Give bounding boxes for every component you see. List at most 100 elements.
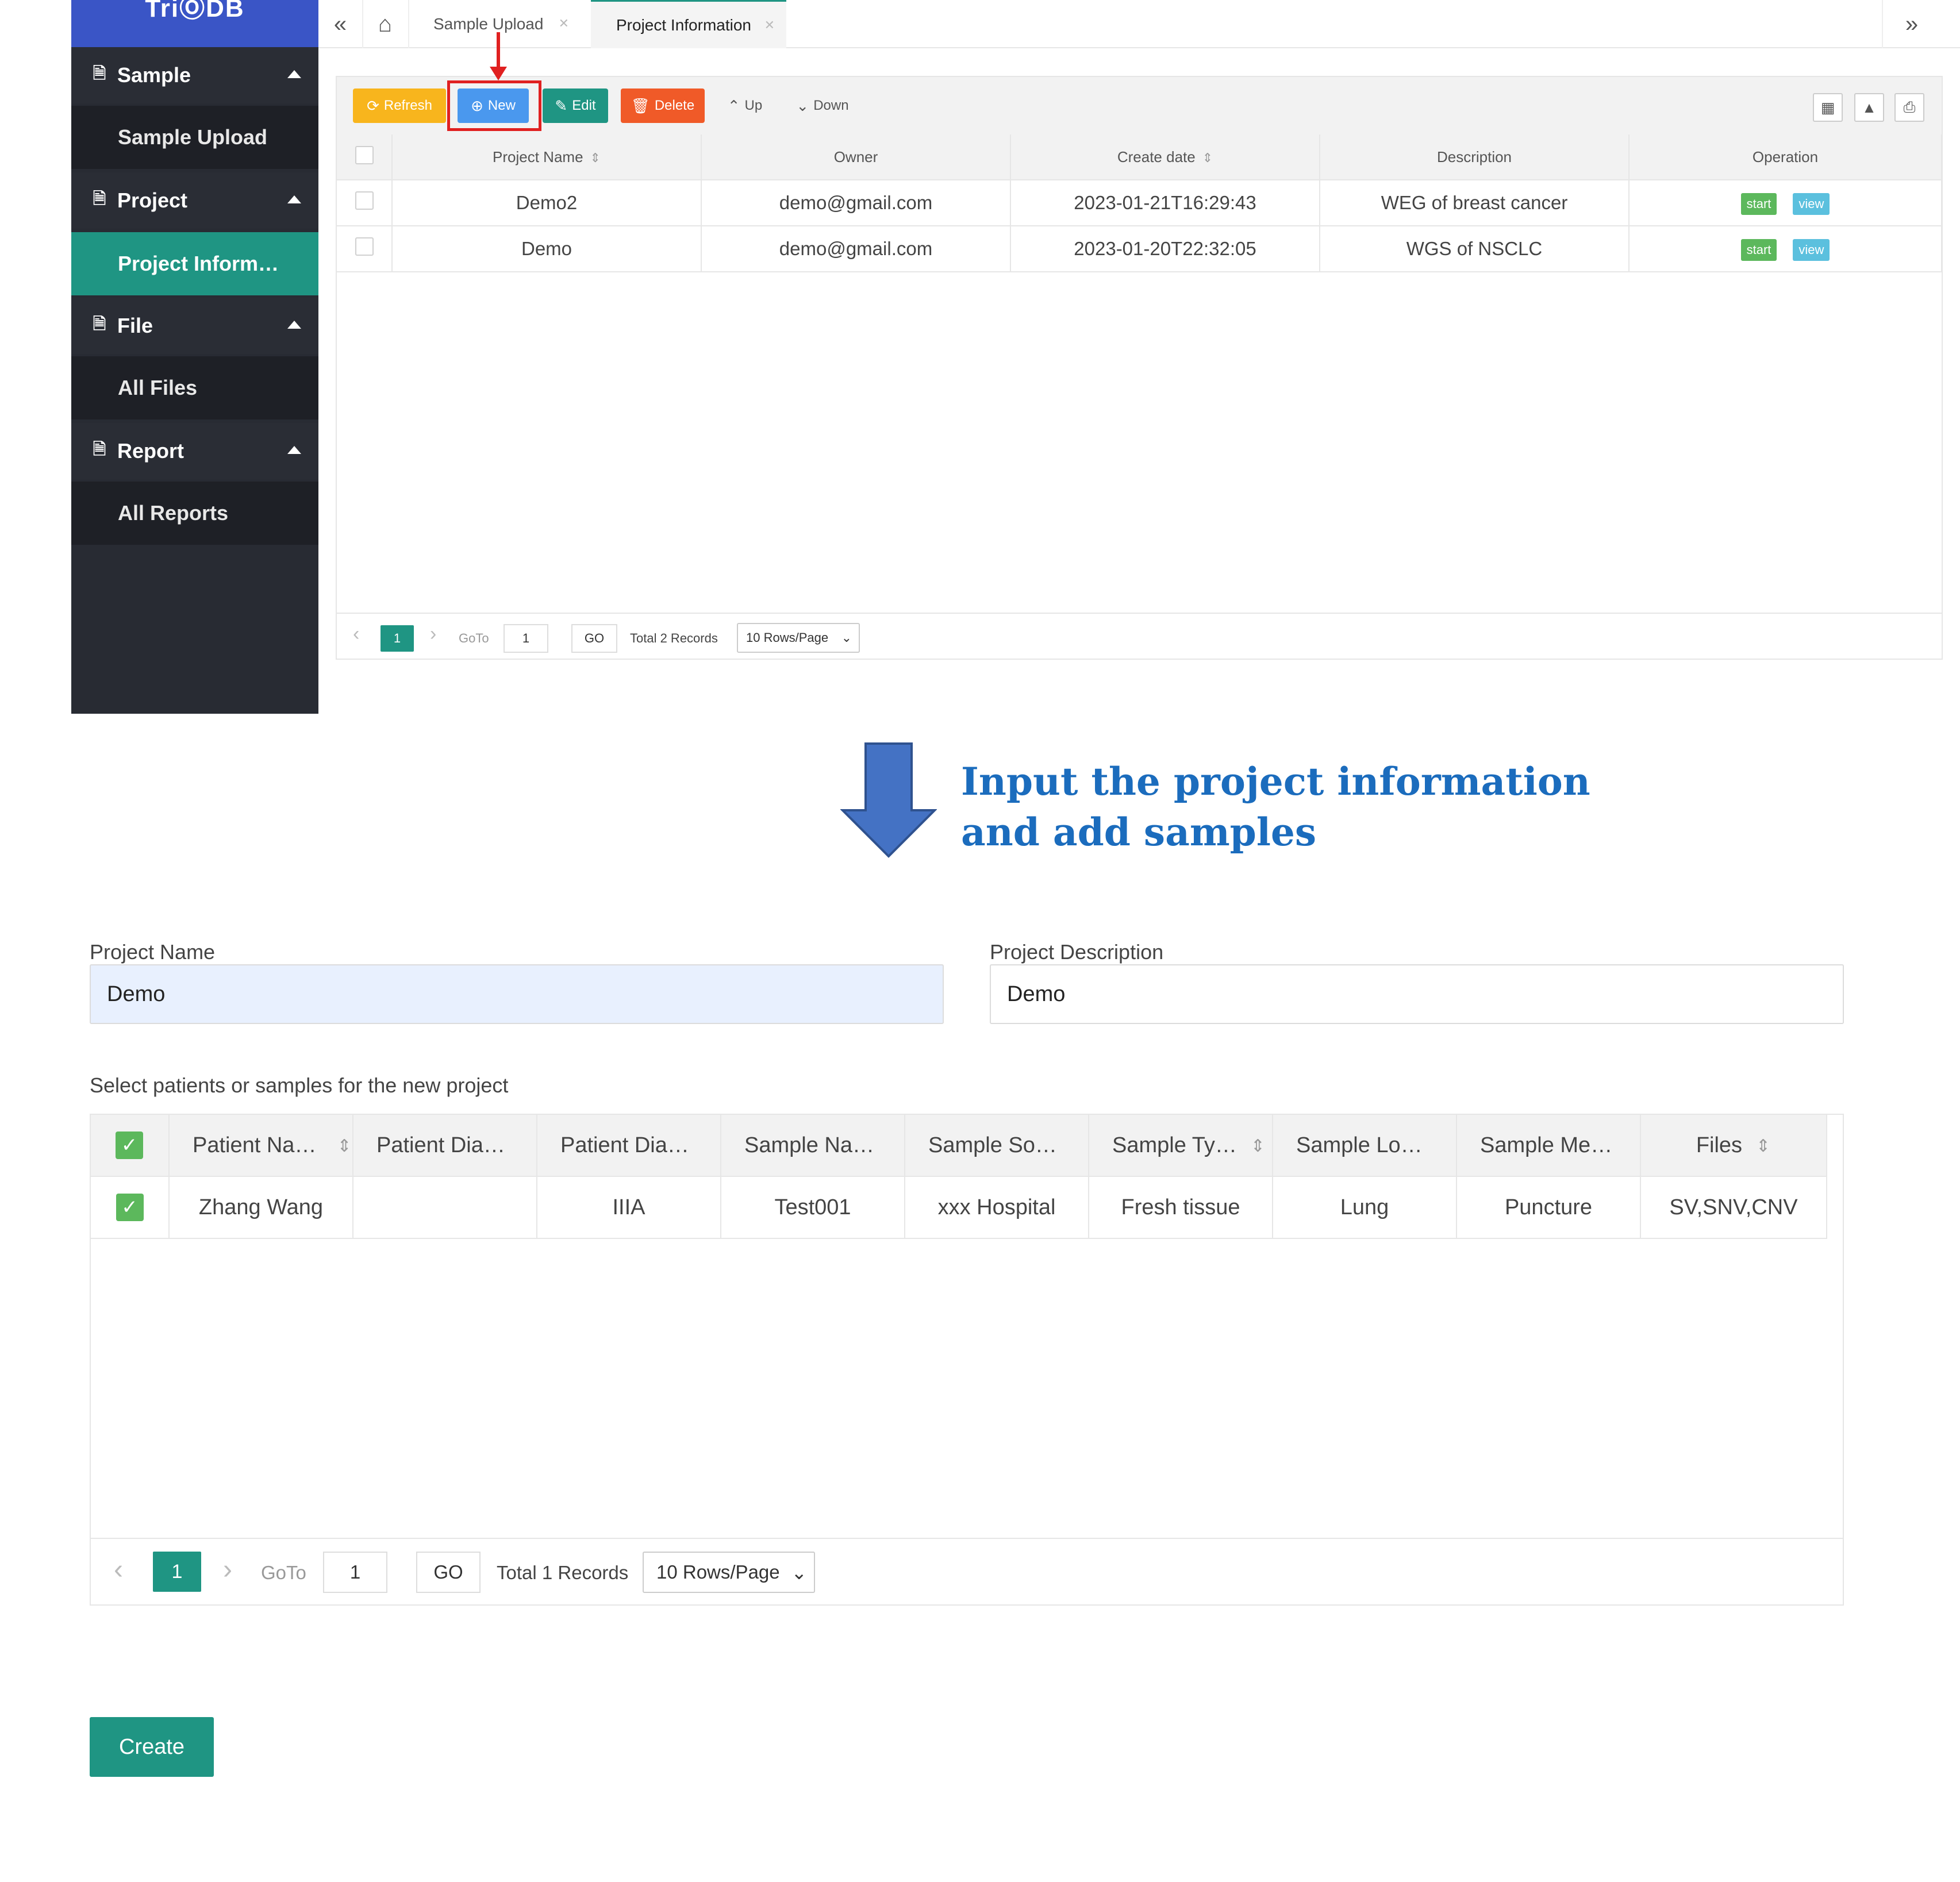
- move-down-button[interactable]: ⌄ Down: [785, 88, 860, 123]
- close-icon[interactable]: ✕: [559, 16, 569, 31]
- column-header-sample-source: Sample So…: [905, 1115, 1089, 1177]
- total-records: Total 1 Records: [497, 1562, 629, 1583]
- delete-label: Delete: [654, 98, 695, 113]
- sidebar-item-label: All Reports: [118, 501, 229, 525]
- document-icon: 🗎: [93, 190, 106, 207]
- column-header-owner: Owner: [701, 134, 1011, 180]
- sidebar-group-file[interactable]: 🗎 File: [71, 298, 318, 354]
- refresh-label: Refresh: [383, 98, 432, 113]
- next-page-icon[interactable]: ›: [430, 623, 436, 645]
- column-header-label: Create date: [1117, 148, 1196, 166]
- sort-icon[interactable]: ⇕: [1202, 151, 1213, 166]
- create-button[interactable]: Create: [90, 1717, 214, 1777]
- column-header-label: Operation: [1752, 148, 1819, 166]
- column-header-patient-diagnosis-stage: Patient Dia…: [537, 1115, 721, 1177]
- refresh-button[interactable]: ⟳ Refresh: [353, 88, 446, 123]
- rows-per-page-select[interactable]: 10 Rows/Page ⌄: [643, 1552, 815, 1593]
- delete-button[interactable]: 🗑 Delete: [621, 88, 705, 123]
- print-icon[interactable]: ⎙: [1894, 93, 1924, 122]
- column-header-files[interactable]: Files ⇕: [1640, 1115, 1827, 1177]
- table-row[interactable]: ✓ Zhang Wang IIIA Test001 xxx Hospital F…: [91, 1176, 1827, 1239]
- cell-description: WGS of NSCLC: [1320, 226, 1630, 272]
- cell-owner: demo@gmail.com: [701, 226, 1011, 272]
- start-button[interactable]: start: [1740, 193, 1777, 215]
- sort-icon[interactable]: ⇕: [1756, 1136, 1770, 1156]
- instruction-caption: Input the project information and add sa…: [961, 756, 1708, 857]
- goto-page-input[interactable]: 1: [504, 624, 548, 653]
- document-icon: 🗎: [93, 64, 106, 82]
- document-icon: 🗎: [93, 440, 106, 458]
- sidebar-item-all-files[interactable]: All Files: [71, 356, 318, 419]
- select-all-checkbox[interactable]: [355, 145, 374, 164]
- cell-files: SV,SNV,CNV: [1640, 1176, 1827, 1239]
- column-header-label: Owner: [833, 148, 878, 166]
- column-header-create-date[interactable]: Create date ⇕: [1010, 134, 1320, 180]
- table-row[interactable]: Demo demo@gmail.com 2023-01-20T22:32:05 …: [337, 226, 1942, 272]
- home-icon[interactable]: ⌂: [362, 0, 409, 48]
- sidebar-group-report[interactable]: 🗎 Report: [71, 423, 318, 479]
- cell-operation: start view: [1629, 226, 1942, 272]
- checked-checkbox-icon[interactable]: ✓: [116, 1131, 143, 1159]
- edit-button[interactable]: ✎ Edit: [543, 88, 608, 123]
- sidebar-item-project-information[interactable]: Project Inform…: [71, 232, 318, 295]
- column-header-patient-name[interactable]: Patient Na… ⇕: [169, 1115, 353, 1177]
- close-icon[interactable]: ✕: [764, 18, 775, 33]
- column-header-label: Sample Me…: [1480, 1133, 1613, 1157]
- column-header-sample-type[interactable]: Sample Ty… ⇕: [1089, 1115, 1273, 1177]
- current-page-button[interactable]: 1: [153, 1552, 201, 1592]
- sidebar-group-project[interactable]: 🗎 Project: [71, 172, 318, 229]
- sidebar-item-label: All Files: [118, 376, 198, 399]
- double-chevron-right-icon[interactable]: »: [1882, 0, 1940, 48]
- current-page-button[interactable]: 1: [381, 625, 414, 652]
- go-button[interactable]: GO: [416, 1552, 481, 1593]
- toolbar: ⟳ Refresh ⊕ New ✎ Edit 🗑 Delete ⌃ Up ⌄ Down ▦ …: [337, 77, 1942, 134]
- sort-icon[interactable]: ⇕: [337, 1136, 351, 1156]
- column-header-sample-location: Sample Lo…: [1273, 1115, 1457, 1177]
- export-icon[interactable]: ▲: [1854, 93, 1884, 122]
- row-select-cell: [337, 226, 393, 272]
- cell-project-name: Demo2: [392, 180, 702, 226]
- cell-project-name: Demo: [392, 226, 702, 272]
- chevron-down-icon: ⌄: [796, 97, 809, 114]
- column-header-project-name[interactable]: Project Name ⇕: [392, 134, 702, 180]
- rows-per-page-value: 10 Rows/Page: [746, 630, 829, 645]
- go-button[interactable]: GO: [571, 624, 617, 653]
- start-button[interactable]: start: [1740, 239, 1777, 261]
- column-header-label: Sample Lo…: [1296, 1133, 1423, 1157]
- prev-page-icon[interactable]: ‹: [114, 1554, 123, 1585]
- cell-create-date: 2023-01-21T16:29:43: [1010, 180, 1320, 226]
- goto-label: GoTo: [261, 1562, 306, 1583]
- column-header-label: Project Name: [493, 148, 583, 166]
- cell-sample-type: Fresh tissue: [1089, 1176, 1273, 1239]
- sidebar-item-sample-upload[interactable]: Sample Upload: [71, 106, 318, 169]
- column-header-label: Patient Na…: [193, 1133, 317, 1157]
- prev-page-icon[interactable]: ‹: [353, 623, 359, 645]
- tab-sample-upload[interactable]: Sample Upload ✕: [408, 0, 581, 48]
- column-header-label: Sample Ty…: [1112, 1133, 1237, 1157]
- double-chevron-left-icon[interactable]: «: [318, 0, 363, 48]
- table-header-row: Project Name ⇕ Owner Create date ⇕ Descrip…: [337, 134, 1942, 180]
- column-header-operation: Operation: [1629, 134, 1942, 180]
- move-up-button[interactable]: ⌃ Up: [716, 88, 774, 123]
- project-name-input[interactable]: Demo: [90, 964, 944, 1024]
- sort-icon[interactable]: ⇕: [1251, 1136, 1265, 1156]
- caret-up-icon: [287, 321, 301, 329]
- columns-icon[interactable]: ▦: [1813, 93, 1843, 122]
- table-row[interactable]: Demo2 demo@gmail.com 2023-01-21T16:29:43…: [337, 180, 1942, 226]
- view-button[interactable]: view: [1793, 193, 1830, 215]
- refresh-icon: ⟳: [367, 97, 379, 114]
- rows-per-page-select[interactable]: 10 Rows/Page ⌄: [737, 623, 860, 653]
- sidebar-item-all-reports[interactable]: All Reports: [71, 482, 318, 545]
- sidebar-group-sample[interactable]: 🗎 Sample: [71, 47, 318, 103]
- project-description-input[interactable]: Demo: [990, 964, 1844, 1024]
- view-button[interactable]: view: [1793, 239, 1830, 261]
- goto-page-input[interactable]: 1: [323, 1552, 387, 1593]
- sort-icon[interactable]: ⇕: [590, 151, 601, 166]
- next-page-icon[interactable]: ›: [223, 1554, 232, 1585]
- row-checkbox[interactable]: [355, 191, 374, 210]
- tab-project-information[interactable]: Project Information ✕: [591, 0, 786, 48]
- checked-checkbox-icon[interactable]: ✓: [116, 1194, 144, 1221]
- column-header-description: Description: [1320, 134, 1630, 180]
- row-checkbox[interactable]: [355, 237, 374, 256]
- column-header-label: Patient Dia…: [376, 1133, 505, 1157]
